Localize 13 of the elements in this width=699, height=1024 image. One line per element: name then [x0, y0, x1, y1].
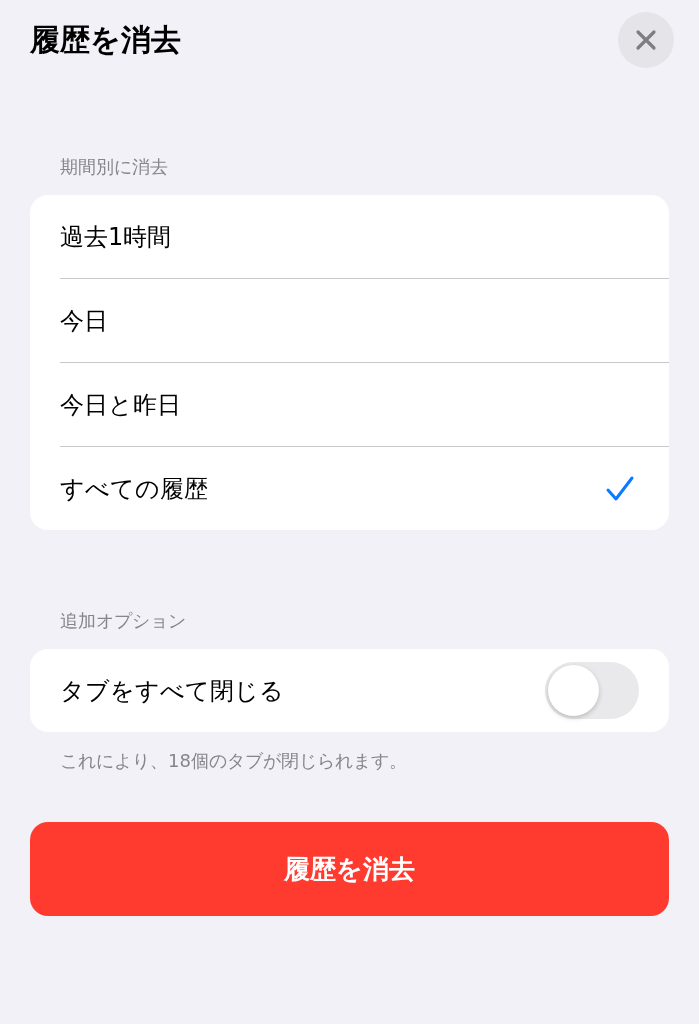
section-header: 期間別に消去	[60, 155, 169, 179]
toggle-label: タブをすべて閉じる	[60, 675, 284, 707]
section-header: 追加オプション	[60, 609, 187, 633]
sheet-title: 履歴を消去	[30, 20, 181, 59]
close-button[interactable]	[618, 12, 674, 68]
toggle-switch[interactable]	[545, 662, 639, 719]
option-row[interactable]: すべての履歴	[30, 447, 669, 530]
option-row[interactable]: 今日	[30, 279, 669, 362]
close-icon	[635, 29, 657, 51]
option-row[interactable]: 今日と昨日	[30, 363, 669, 446]
clear-history-button[interactable]: 履歴を消去	[30, 822, 669, 916]
footer-note: これにより、18個のタブが閉じられます。	[60, 749, 408, 773]
option-row[interactable]: 過去1時間	[30, 195, 669, 278]
